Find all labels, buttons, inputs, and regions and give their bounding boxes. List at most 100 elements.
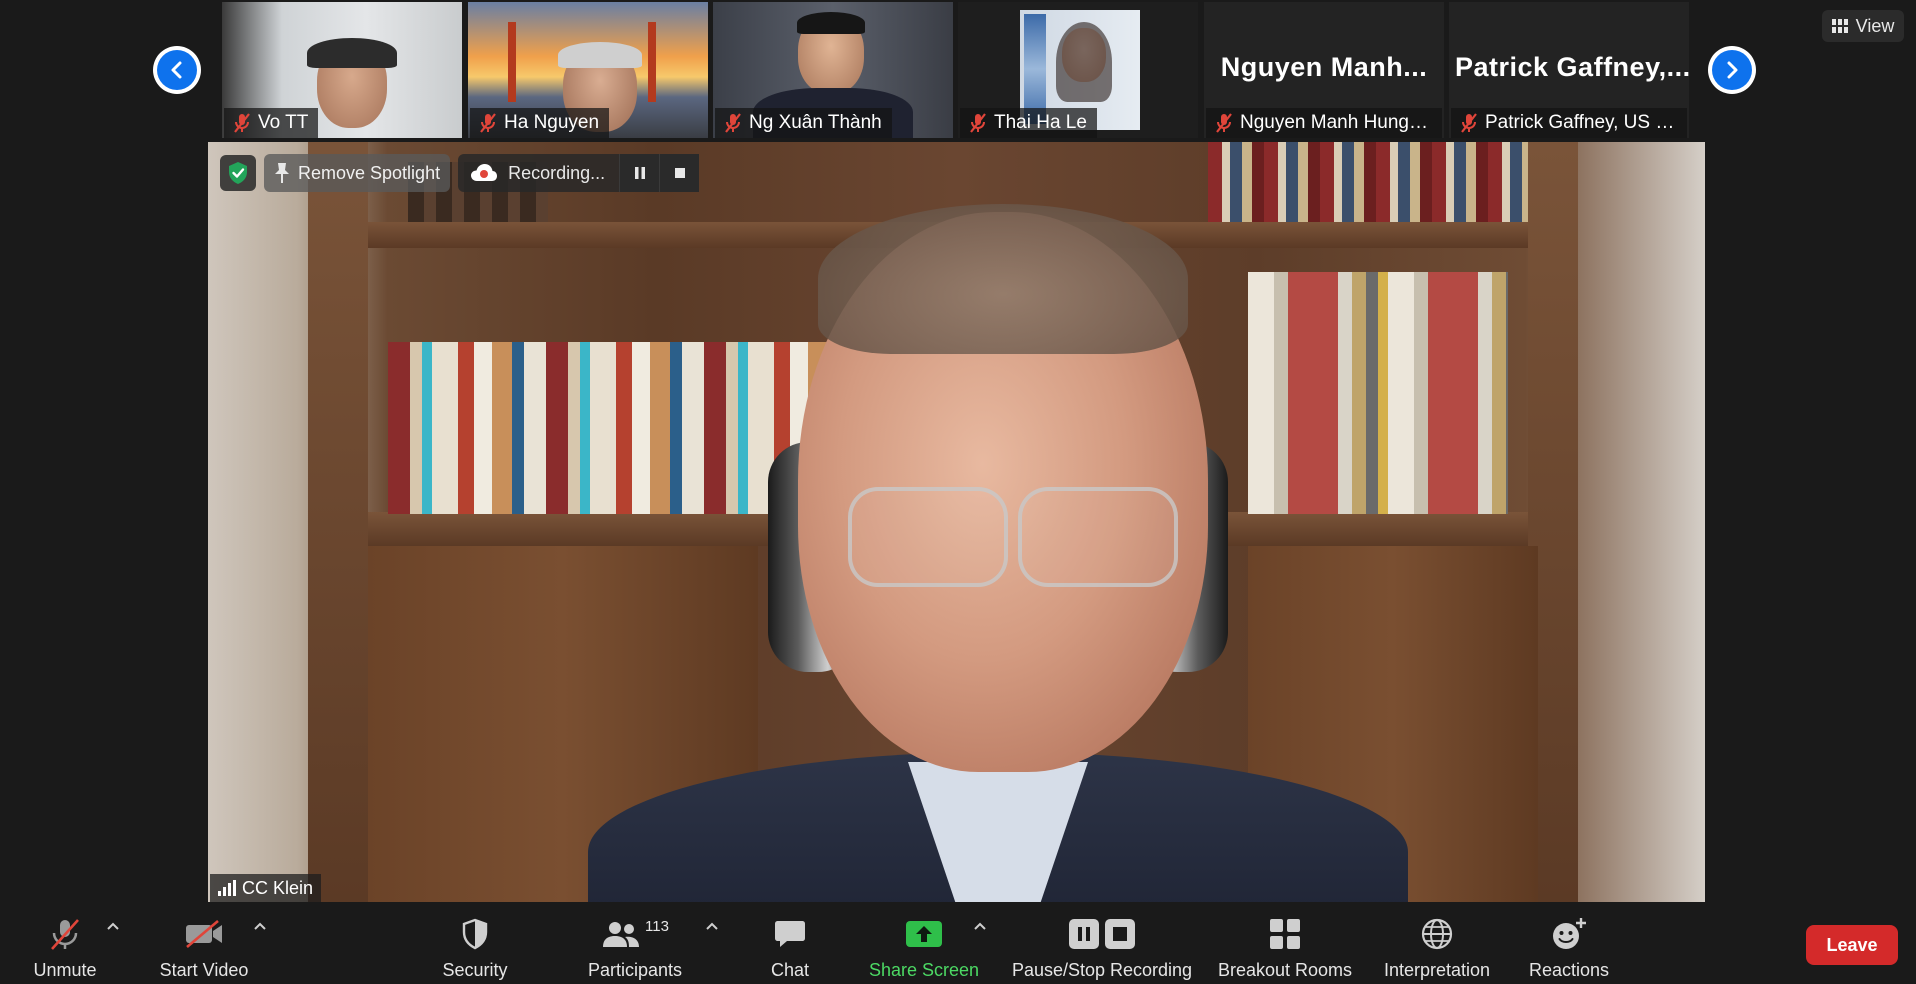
share-screen-button[interactable]: Share Screen bbox=[866, 904, 982, 984]
bookshelf-side bbox=[308, 142, 368, 902]
interpretation-button[interactable]: Interpretation bbox=[1374, 904, 1500, 984]
participant-tile[interactable]: Vo TT bbox=[222, 2, 462, 138]
participant-name: Ha Nguyen bbox=[504, 112, 600, 133]
participant-caption: Vo TT bbox=[224, 108, 319, 138]
participant-display-name: Patrick Gaffney,... bbox=[1455, 52, 1689, 82]
participant-hair bbox=[307, 38, 397, 68]
view-button[interactable]: View bbox=[1822, 10, 1904, 42]
chevron-up-icon bbox=[974, 922, 986, 930]
video-overlay-controls: Remove Spotlight Recording... bbox=[220, 154, 700, 192]
active-speaker-label: CC Klein bbox=[210, 874, 322, 902]
security-button[interactable]: Security bbox=[432, 904, 518, 984]
signal-strength-icon bbox=[218, 880, 236, 896]
participant-caption: Ng Xuân Thành bbox=[715, 108, 892, 138]
video-off-icon bbox=[186, 920, 222, 948]
participant-caption: Patrick Gaffney, US Co... bbox=[1451, 108, 1687, 138]
participant-display-name: Nguyen Manh... bbox=[1220, 52, 1428, 82]
shield-icon bbox=[462, 918, 488, 950]
participant-caption: Ha Nguyen bbox=[470, 108, 610, 138]
meeting-toolbar: Unmute Start Video Security 113 Particip… bbox=[0, 904, 1916, 984]
chevron-left-icon bbox=[171, 61, 182, 79]
pause-stop-recording-button[interactable]: Pause/Stop Recording bbox=[1008, 904, 1196, 984]
speaker-glasses bbox=[1018, 487, 1178, 587]
participant-name: Nguyen Manh Hung _ ... bbox=[1240, 112, 1432, 133]
participant-tile[interactable]: Thai Ha Le bbox=[958, 2, 1198, 138]
interpretation-label: Interpretation bbox=[1383, 960, 1491, 980]
previous-page-button[interactable] bbox=[153, 46, 201, 94]
chat-button[interactable]: Chat bbox=[752, 904, 828, 984]
participant-name: Vo TT bbox=[258, 112, 309, 133]
stop-recording-button[interactable] bbox=[659, 154, 700, 192]
stop-icon bbox=[1105, 919, 1135, 949]
chevron-up-icon bbox=[254, 922, 266, 930]
participants-count: 113 bbox=[645, 918, 669, 935]
leave-button[interactable]: Leave bbox=[1806, 925, 1898, 965]
chat-label: Chat bbox=[770, 960, 810, 980]
grid-icon bbox=[1831, 19, 1848, 33]
participant-tile[interactable]: Ha Nguyen bbox=[468, 2, 708, 138]
breakout-rooms-button[interactable]: Breakout Rooms bbox=[1214, 904, 1356, 984]
share-screen-icon bbox=[906, 921, 942, 947]
recording-status: Recording... bbox=[458, 154, 700, 192]
participant-hair bbox=[797, 12, 865, 34]
speaker-glasses bbox=[848, 487, 1008, 587]
reactions-button[interactable]: Reactions bbox=[1522, 904, 1616, 984]
speaker-name: CC Klein bbox=[242, 877, 314, 898]
security-label: Security bbox=[442, 960, 508, 980]
share-options-caret[interactable] bbox=[970, 916, 990, 936]
start-video-button[interactable]: Start Video bbox=[152, 904, 256, 984]
chevron-right-icon bbox=[1727, 61, 1738, 79]
speaker-hair bbox=[818, 204, 1188, 354]
pause-recording-button[interactable] bbox=[619, 154, 660, 192]
stop-icon bbox=[674, 168, 685, 178]
participant-name: Thai Ha Le bbox=[994, 112, 1087, 133]
pause-stop-recording-label: Pause/Stop Recording bbox=[1011, 960, 1193, 980]
remove-spotlight-button[interactable]: Remove Spotlight bbox=[264, 154, 451, 192]
mic-muted-icon bbox=[970, 113, 986, 133]
video-options-caret[interactable] bbox=[250, 916, 270, 936]
participants-options-caret[interactable] bbox=[702, 916, 722, 936]
secure-badge[interactable] bbox=[220, 155, 256, 191]
start-video-label: Start Video bbox=[159, 960, 249, 980]
participant-name: Patrick Gaffney, US Co... bbox=[1485, 112, 1677, 133]
mic-muted-icon bbox=[1461, 113, 1477, 133]
next-page-button[interactable] bbox=[1708, 46, 1756, 94]
bridge-tower bbox=[508, 22, 516, 102]
mic-muted-icon bbox=[51, 919, 79, 950]
mic-muted-icon bbox=[480, 113, 496, 133]
participant-strip: Vo TT Ha Nguyen Ng Xuân Thành Thai Ha Le… bbox=[0, 0, 1916, 140]
active-speaker-video[interactable] bbox=[208, 142, 1705, 902]
mic-muted-icon bbox=[725, 113, 741, 133]
participant-name: Ng Xuân Thành bbox=[749, 112, 882, 133]
pause-icon bbox=[634, 167, 645, 179]
book-row bbox=[1208, 142, 1528, 222]
bridge-tower bbox=[648, 22, 656, 102]
recording-indicator: Recording... bbox=[458, 154, 619, 192]
audio-options-caret[interactable] bbox=[103, 916, 123, 936]
smiley-plus-icon bbox=[1553, 918, 1586, 949]
pin-icon bbox=[275, 163, 289, 183]
share-screen-label: Share Screen bbox=[868, 960, 980, 980]
participants-icon bbox=[603, 922, 640, 947]
recording-label: Recording... bbox=[508, 162, 606, 183]
participant-caption: Thai Ha Le bbox=[960, 108, 1097, 138]
book-row bbox=[1248, 272, 1508, 514]
participants-label: Participants bbox=[587, 960, 683, 980]
participant-tile[interactable]: Ng Xuân Thành bbox=[713, 2, 953, 138]
participant-hair bbox=[558, 42, 642, 68]
unmute-button[interactable]: Unmute bbox=[22, 904, 108, 984]
chevron-up-icon bbox=[107, 922, 119, 930]
breakout-rooms-icon bbox=[1270, 919, 1300, 949]
unmute-label: Unmute bbox=[33, 960, 97, 980]
cloud-record-icon bbox=[471, 164, 498, 181]
mic-muted-icon bbox=[1216, 113, 1232, 133]
participant-tile[interactable]: Patrick Gaffney,... Patrick Gaffney, US … bbox=[1449, 2, 1689, 138]
participants-button[interactable]: 113 Participants bbox=[580, 904, 690, 984]
globe-icon bbox=[1421, 918, 1453, 950]
participant-tile[interactable]: Nguyen Manh... Nguyen Manh Hung _ ... bbox=[1204, 2, 1444, 138]
shield-check-icon bbox=[229, 162, 247, 184]
participant-caption: Nguyen Manh Hung _ ... bbox=[1206, 108, 1442, 138]
chat-bubble-icon bbox=[775, 921, 805, 947]
breakout-rooms-label: Breakout Rooms bbox=[1217, 960, 1353, 980]
remove-spotlight-label: Remove Spotlight bbox=[298, 162, 441, 183]
